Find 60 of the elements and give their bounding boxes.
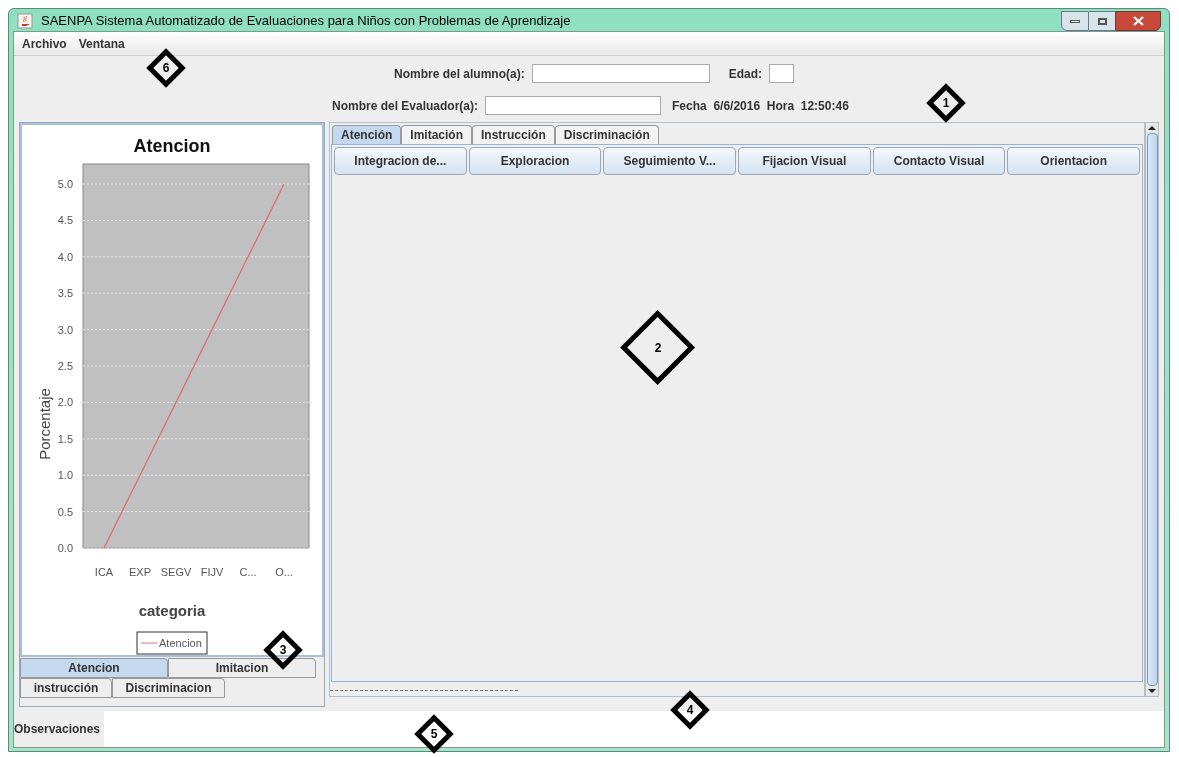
date-time-text: Fecha 6/6/2016 Hora 12:50:46 (672, 97, 849, 115)
vertical-scrollbar[interactable] (1145, 122, 1159, 697)
x-tick-label: O... (275, 566, 293, 578)
java-cup-icon (17, 13, 33, 29)
student-name-label: Nombre del alumno(a): (394, 65, 525, 83)
x-tick-label: C... (239, 566, 257, 578)
evaluator-name-label: Nombre del Evaluador(a): (332, 97, 479, 115)
callout-marker: 2 (620, 310, 696, 386)
chart-tab[interactable]: Imitacion (168, 658, 316, 678)
y-tick-label: 4.0 (57, 250, 73, 263)
category-button[interactable]: Integracion de... (334, 147, 467, 175)
observations-label: Observaciones (14, 711, 105, 747)
x-tick-label: EXP (129, 566, 151, 578)
menu-item[interactable]: Ventana (74, 34, 129, 53)
category-button[interactable]: Exploracion (468, 147, 602, 175)
tab[interactable]: Atención (332, 125, 402, 144)
minimize-button[interactable] (1061, 11, 1089, 31)
x-tick-label: SEGV (160, 566, 192, 578)
callout-marker: 1 (926, 83, 966, 123)
scroll-down-arrow-icon[interactable] (1147, 686, 1157, 696)
callout-marker: 4 (670, 690, 710, 730)
age-field[interactable] (769, 64, 795, 83)
y-tick-label: 0.5 (57, 505, 73, 518)
category-button[interactable]: Orientacion (1007, 147, 1141, 175)
chart-tab[interactable]: Atencion (20, 658, 168, 678)
x-tick-label: ICA (94, 566, 114, 578)
evaluator-name-field[interactable] (485, 96, 662, 115)
age-label: Edad: (728, 65, 763, 83)
student-name-field[interactable] (531, 64, 710, 83)
callout-marker: 5 (414, 714, 454, 754)
category-button[interactable]: Seguimiento V... (603, 147, 736, 175)
y-tick-label: 4.5 (57, 214, 73, 227)
category-button[interactable]: Contacto Visual (872, 147, 1006, 175)
tab[interactable]: Imitación (401, 125, 473, 144)
x-axis-title: categoria (138, 602, 206, 619)
y-axis-title: Porcentaje (36, 388, 53, 460)
tab[interactable]: Instrucción (472, 125, 555, 144)
y-tick-label: 5.0 (57, 178, 73, 190)
chart-title: Atencion (133, 136, 211, 156)
tab[interactable]: Discriminación (554, 125, 659, 144)
scroll-up-arrow-icon[interactable] (1147, 123, 1157, 133)
y-tick-label: 0.0 (57, 542, 73, 554)
y-tick-label: 1.5 (57, 432, 73, 445)
category-button[interactable]: Fijacion Visual (738, 147, 871, 175)
y-tick-label: 2.5 (57, 360, 73, 372)
y-tick-label: 3.0 (57, 323, 73, 336)
x-tick-label: FIJV (200, 566, 224, 578)
chart-legend: Atencion (136, 631, 208, 655)
window-title: SAENPA Sistema Automatizado de Evaluaciones para Niños con Problemas de Aprendizaje (41, 12, 571, 31)
y-tick-label: 1.0 (57, 469, 73, 482)
y-tick-label: 2.0 (57, 396, 73, 409)
close-icon (1132, 16, 1144, 26)
close-button[interactable] (1115, 11, 1161, 31)
menu-item[interactable]: Archivo (18, 34, 71, 53)
callout-marker: 6 (146, 48, 186, 88)
chart-tab[interactable]: Discriminacion (112, 678, 225, 698)
chart-tab[interactable]: instrucción (20, 678, 112, 698)
legend-label: Atencion (159, 637, 202, 649)
y-tick-label: 3.5 (57, 287, 73, 300)
maximize-button[interactable] (1089, 11, 1115, 31)
